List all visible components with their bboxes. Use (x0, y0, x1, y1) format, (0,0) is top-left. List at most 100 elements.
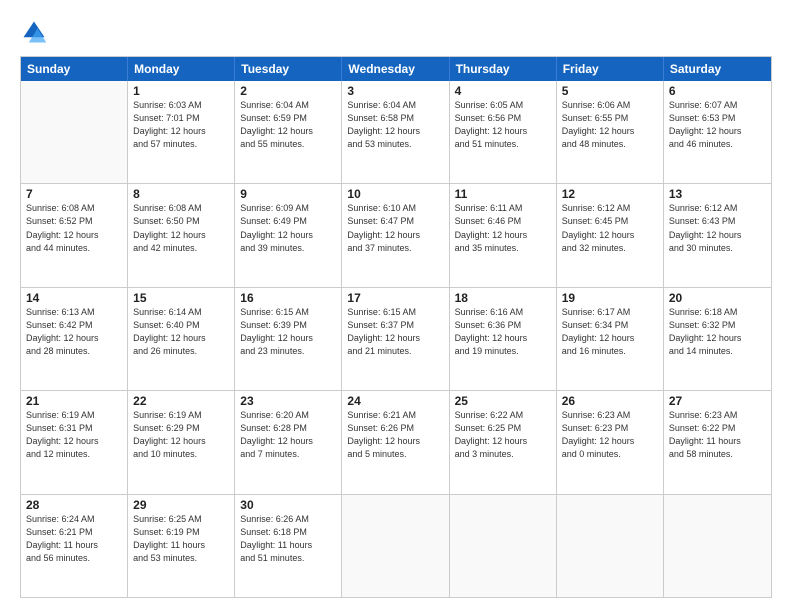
calendar-cell-day-17: 17Sunrise: 6:15 AM Sunset: 6:37 PM Dayli… (342, 288, 449, 390)
day-info: Sunrise: 6:08 AM Sunset: 6:52 PM Dayligh… (26, 202, 122, 254)
weekday-header-wednesday: Wednesday (342, 57, 449, 81)
weekday-header-saturday: Saturday (664, 57, 771, 81)
day-number: 24 (347, 394, 443, 408)
calendar-cell-day-3: 3Sunrise: 6:04 AM Sunset: 6:58 PM Daylig… (342, 81, 449, 183)
day-info: Sunrise: 6:15 AM Sunset: 6:37 PM Dayligh… (347, 306, 443, 358)
day-info: Sunrise: 6:05 AM Sunset: 6:56 PM Dayligh… (455, 99, 551, 151)
calendar-row-2: 7Sunrise: 6:08 AM Sunset: 6:52 PM Daylig… (21, 184, 771, 287)
day-number: 2 (240, 84, 336, 98)
calendar-cell-day-26: 26Sunrise: 6:23 AM Sunset: 6:23 PM Dayli… (557, 391, 664, 493)
calendar-cell-day-2: 2Sunrise: 6:04 AM Sunset: 6:59 PM Daylig… (235, 81, 342, 183)
day-info: Sunrise: 6:13 AM Sunset: 6:42 PM Dayligh… (26, 306, 122, 358)
day-info: Sunrise: 6:04 AM Sunset: 6:59 PM Dayligh… (240, 99, 336, 151)
logo (20, 18, 52, 46)
day-info: Sunrise: 6:08 AM Sunset: 6:50 PM Dayligh… (133, 202, 229, 254)
day-number: 23 (240, 394, 336, 408)
weekday-header-thursday: Thursday (450, 57, 557, 81)
day-info: Sunrise: 6:23 AM Sunset: 6:22 PM Dayligh… (669, 409, 766, 461)
calendar-cell-empty (450, 495, 557, 597)
logo-icon (20, 18, 48, 46)
calendar-cell-day-5: 5Sunrise: 6:06 AM Sunset: 6:55 PM Daylig… (557, 81, 664, 183)
day-number: 12 (562, 187, 658, 201)
calendar-body: 1Sunrise: 6:03 AM Sunset: 7:01 PM Daylig… (21, 81, 771, 597)
header (20, 18, 772, 46)
calendar-row-1: 1Sunrise: 6:03 AM Sunset: 7:01 PM Daylig… (21, 81, 771, 184)
day-info: Sunrise: 6:21 AM Sunset: 6:26 PM Dayligh… (347, 409, 443, 461)
day-info: Sunrise: 6:07 AM Sunset: 6:53 PM Dayligh… (669, 99, 766, 151)
calendar-cell-day-4: 4Sunrise: 6:05 AM Sunset: 6:56 PM Daylig… (450, 81, 557, 183)
calendar-cell-day-11: 11Sunrise: 6:11 AM Sunset: 6:46 PM Dayli… (450, 184, 557, 286)
calendar-cell-day-1: 1Sunrise: 6:03 AM Sunset: 7:01 PM Daylig… (128, 81, 235, 183)
page: SundayMondayTuesdayWednesdayThursdayFrid… (0, 0, 792, 612)
day-number: 21 (26, 394, 122, 408)
calendar-cell-day-27: 27Sunrise: 6:23 AM Sunset: 6:22 PM Dayli… (664, 391, 771, 493)
calendar-row-4: 21Sunrise: 6:19 AM Sunset: 6:31 PM Dayli… (21, 391, 771, 494)
calendar-cell-day-19: 19Sunrise: 6:17 AM Sunset: 6:34 PM Dayli… (557, 288, 664, 390)
calendar-cell-day-29: 29Sunrise: 6:25 AM Sunset: 6:19 PM Dayli… (128, 495, 235, 597)
calendar-cell-day-13: 13Sunrise: 6:12 AM Sunset: 6:43 PM Dayli… (664, 184, 771, 286)
calendar-cell-day-14: 14Sunrise: 6:13 AM Sunset: 6:42 PM Dayli… (21, 288, 128, 390)
day-number: 20 (669, 291, 766, 305)
calendar-cell-empty (664, 495, 771, 597)
day-number: 18 (455, 291, 551, 305)
calendar-cell-day-7: 7Sunrise: 6:08 AM Sunset: 6:52 PM Daylig… (21, 184, 128, 286)
day-number: 16 (240, 291, 336, 305)
weekday-header-tuesday: Tuesday (235, 57, 342, 81)
calendar-cell-day-20: 20Sunrise: 6:18 AM Sunset: 6:32 PM Dayli… (664, 288, 771, 390)
day-number: 26 (562, 394, 658, 408)
calendar-row-3: 14Sunrise: 6:13 AM Sunset: 6:42 PM Dayli… (21, 288, 771, 391)
day-number: 11 (455, 187, 551, 201)
calendar-cell-day-10: 10Sunrise: 6:10 AM Sunset: 6:47 PM Dayli… (342, 184, 449, 286)
day-number: 29 (133, 498, 229, 512)
calendar-header: SundayMondayTuesdayWednesdayThursdayFrid… (21, 57, 771, 81)
calendar-cell-empty (342, 495, 449, 597)
day-info: Sunrise: 6:03 AM Sunset: 7:01 PM Dayligh… (133, 99, 229, 151)
calendar-cell-day-18: 18Sunrise: 6:16 AM Sunset: 6:36 PM Dayli… (450, 288, 557, 390)
weekday-header-sunday: Sunday (21, 57, 128, 81)
day-number: 22 (133, 394, 229, 408)
day-info: Sunrise: 6:24 AM Sunset: 6:21 PM Dayligh… (26, 513, 122, 565)
day-number: 5 (562, 84, 658, 98)
day-info: Sunrise: 6:04 AM Sunset: 6:58 PM Dayligh… (347, 99, 443, 151)
day-info: Sunrise: 6:10 AM Sunset: 6:47 PM Dayligh… (347, 202, 443, 254)
day-info: Sunrise: 6:09 AM Sunset: 6:49 PM Dayligh… (240, 202, 336, 254)
calendar-cell-day-22: 22Sunrise: 6:19 AM Sunset: 6:29 PM Dayli… (128, 391, 235, 493)
calendar-cell-day-15: 15Sunrise: 6:14 AM Sunset: 6:40 PM Dayli… (128, 288, 235, 390)
calendar-cell-day-6: 6Sunrise: 6:07 AM Sunset: 6:53 PM Daylig… (664, 81, 771, 183)
day-number: 9 (240, 187, 336, 201)
day-info: Sunrise: 6:17 AM Sunset: 6:34 PM Dayligh… (562, 306, 658, 358)
day-info: Sunrise: 6:25 AM Sunset: 6:19 PM Dayligh… (133, 513, 229, 565)
day-number: 14 (26, 291, 122, 305)
day-number: 13 (669, 187, 766, 201)
calendar-cell-empty (557, 495, 664, 597)
day-info: Sunrise: 6:11 AM Sunset: 6:46 PM Dayligh… (455, 202, 551, 254)
day-info: Sunrise: 6:12 AM Sunset: 6:45 PM Dayligh… (562, 202, 658, 254)
day-info: Sunrise: 6:14 AM Sunset: 6:40 PM Dayligh… (133, 306, 229, 358)
day-number: 7 (26, 187, 122, 201)
day-info: Sunrise: 6:19 AM Sunset: 6:29 PM Dayligh… (133, 409, 229, 461)
calendar-cell-day-12: 12Sunrise: 6:12 AM Sunset: 6:45 PM Dayli… (557, 184, 664, 286)
day-number: 17 (347, 291, 443, 305)
day-number: 10 (347, 187, 443, 201)
day-number: 30 (240, 498, 336, 512)
day-info: Sunrise: 6:23 AM Sunset: 6:23 PM Dayligh… (562, 409, 658, 461)
day-info: Sunrise: 6:18 AM Sunset: 6:32 PM Dayligh… (669, 306, 766, 358)
calendar-cell-empty (21, 81, 128, 183)
day-info: Sunrise: 6:20 AM Sunset: 6:28 PM Dayligh… (240, 409, 336, 461)
day-number: 28 (26, 498, 122, 512)
day-info: Sunrise: 6:12 AM Sunset: 6:43 PM Dayligh… (669, 202, 766, 254)
calendar-cell-day-16: 16Sunrise: 6:15 AM Sunset: 6:39 PM Dayli… (235, 288, 342, 390)
day-number: 4 (455, 84, 551, 98)
day-number: 15 (133, 291, 229, 305)
day-number: 8 (133, 187, 229, 201)
calendar-cell-day-28: 28Sunrise: 6:24 AM Sunset: 6:21 PM Dayli… (21, 495, 128, 597)
calendar-cell-day-9: 9Sunrise: 6:09 AM Sunset: 6:49 PM Daylig… (235, 184, 342, 286)
weekday-header-monday: Monday (128, 57, 235, 81)
day-number: 25 (455, 394, 551, 408)
calendar-cell-day-24: 24Sunrise: 6:21 AM Sunset: 6:26 PM Dayli… (342, 391, 449, 493)
day-number: 19 (562, 291, 658, 305)
calendar-cell-day-25: 25Sunrise: 6:22 AM Sunset: 6:25 PM Dayli… (450, 391, 557, 493)
day-info: Sunrise: 6:06 AM Sunset: 6:55 PM Dayligh… (562, 99, 658, 151)
calendar-row-5: 28Sunrise: 6:24 AM Sunset: 6:21 PM Dayli… (21, 495, 771, 597)
day-number: 1 (133, 84, 229, 98)
